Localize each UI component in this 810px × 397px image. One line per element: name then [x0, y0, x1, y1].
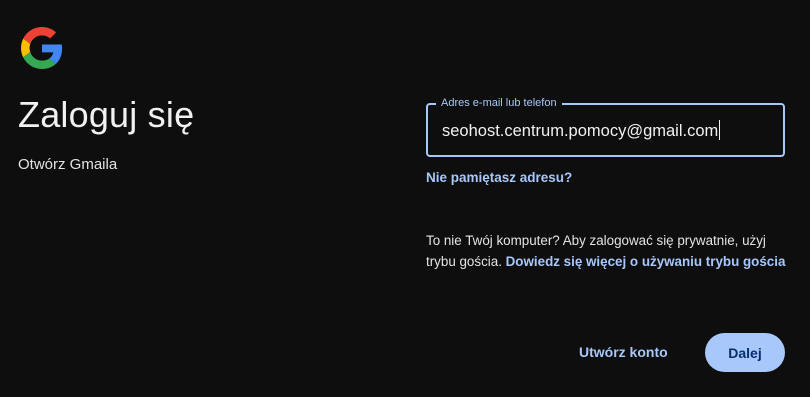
page-subtitle: Otwórz Gmaila [18, 156, 118, 173]
next-button[interactable]: Dalej [705, 333, 785, 372]
page-title: Zaloguj się [18, 94, 195, 135]
text-caret [719, 120, 721, 140]
create-account-button[interactable]: Utwórz konto [565, 333, 682, 371]
sign-in-page: Zaloguj się Otwórz Gmaila Adres e-mail l… [0, 0, 810, 397]
guest-mode-learn-more-link[interactable]: Dowiedz się więcej o używaniu trybu gośc… [506, 254, 786, 269]
email-field[interactable]: Adres e-mail lub telefon seohost.centrum… [426, 96, 785, 157]
email-field-value[interactable]: seohost.centrum.pomocy@gmail.com [442, 122, 718, 140]
google-g-icon [21, 27, 63, 69]
forgot-email-link[interactable]: Nie pamiętasz adresu? [426, 170, 572, 185]
email-field-label: Adres e-mail lub telefon [436, 96, 562, 110]
guest-mode-notice: To nie Twój komputer? Aby zalogować się … [426, 230, 786, 272]
